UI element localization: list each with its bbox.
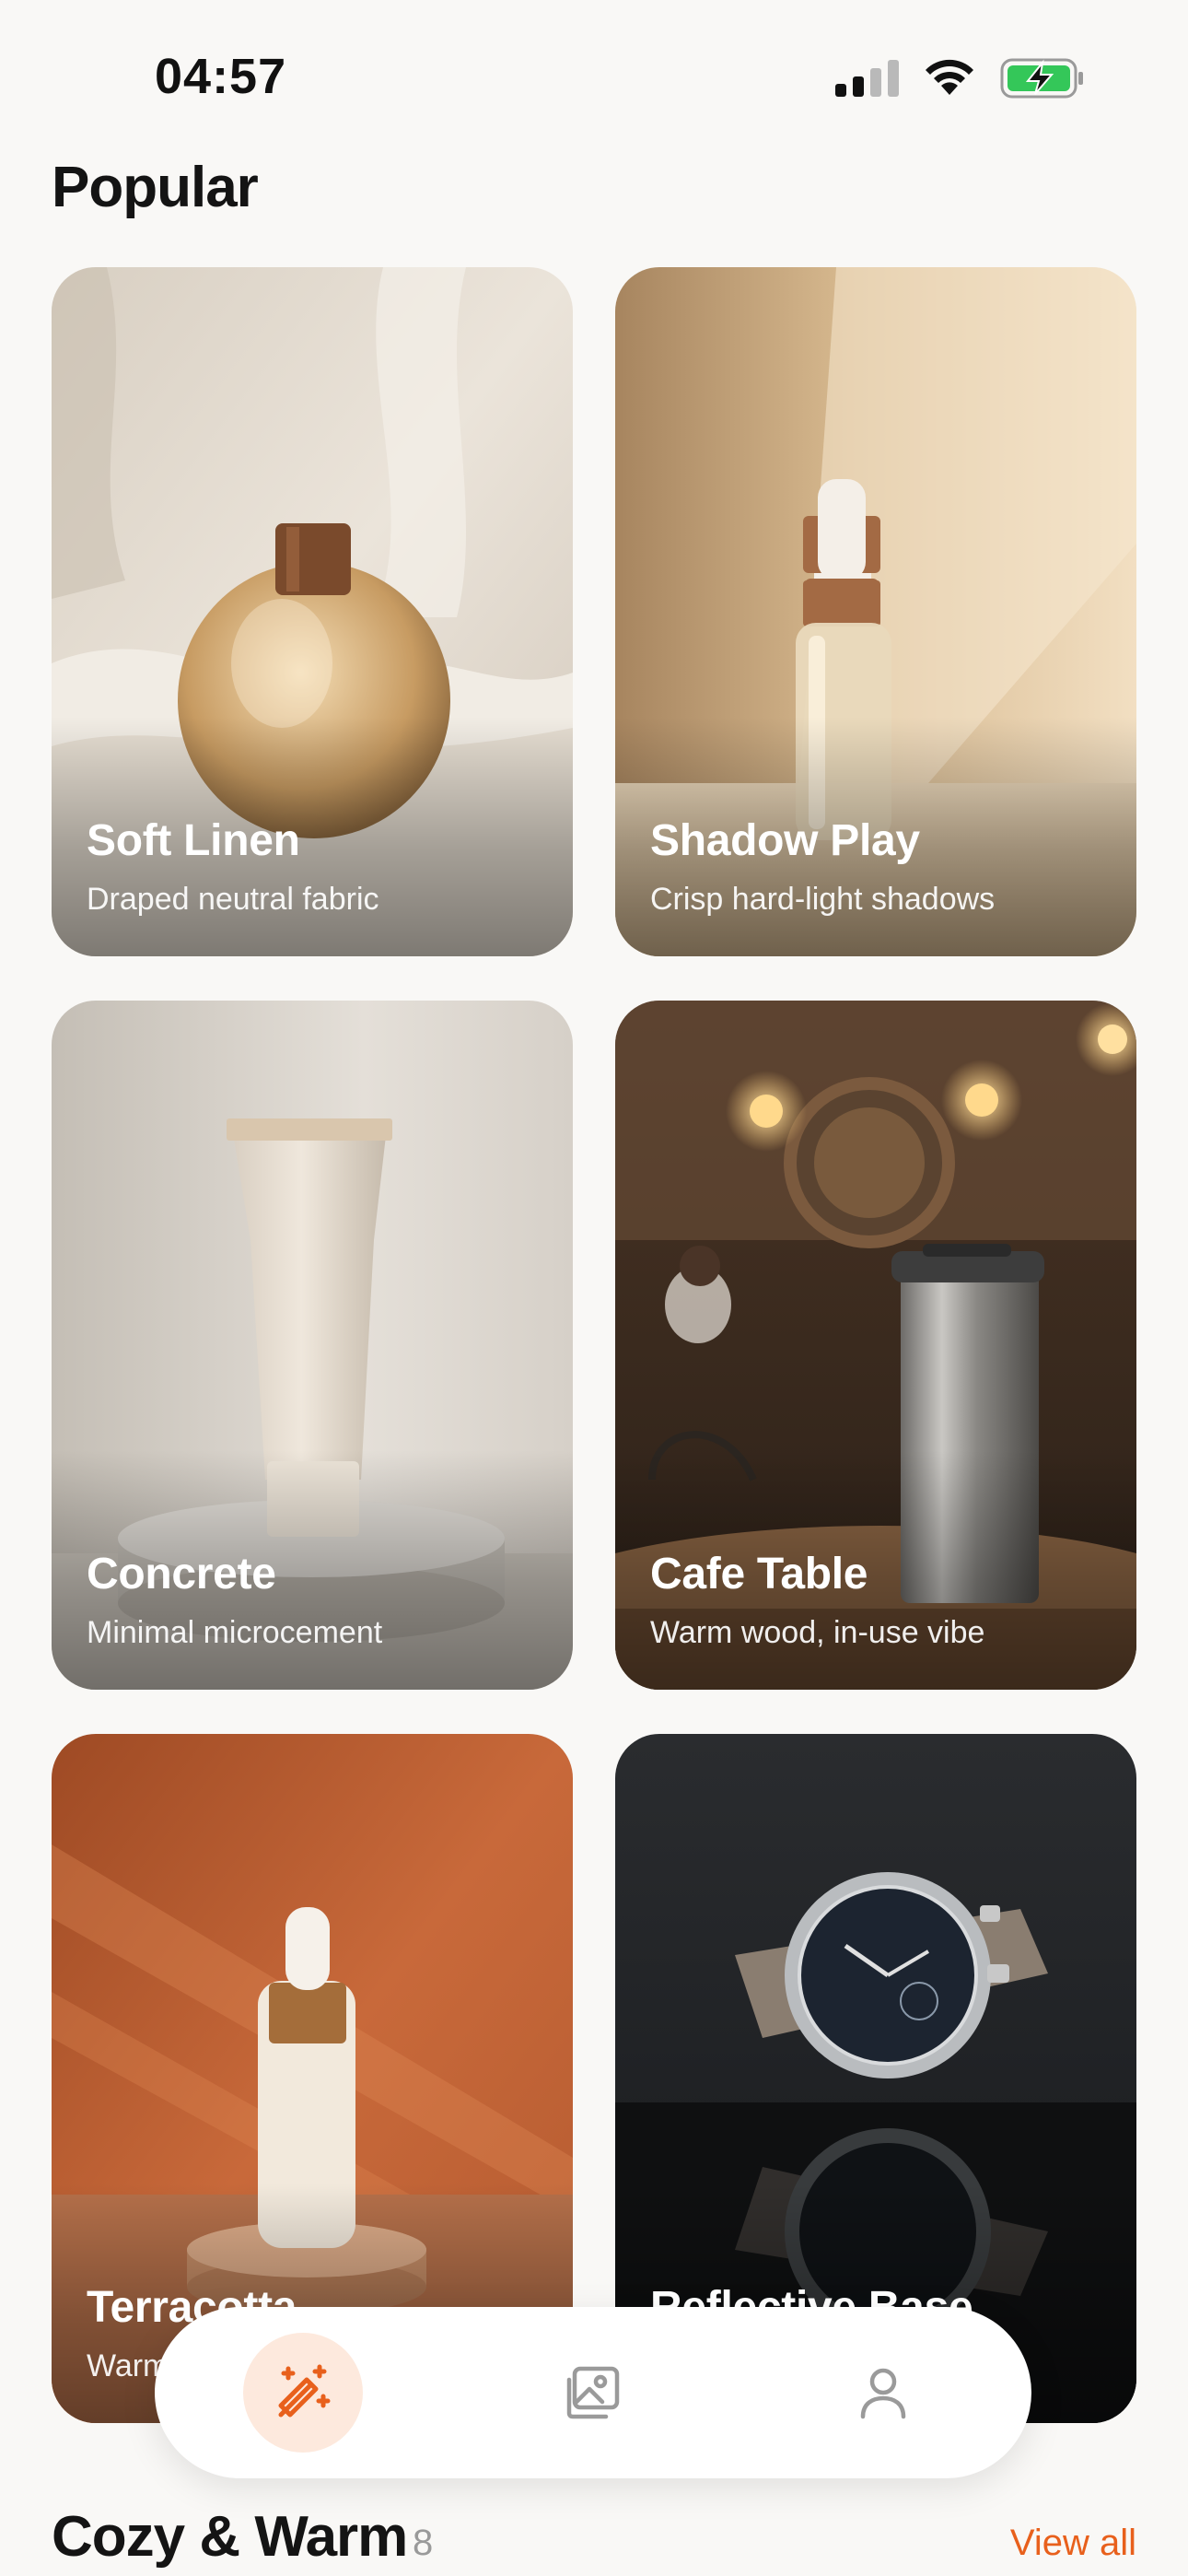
card-title: Shadow Play (650, 816, 920, 865)
bottom-nav-bar (155, 2307, 1031, 2478)
card-subtitle: Minimal microcement (87, 1615, 383, 1650)
nav-gallery-button[interactable] (533, 2333, 653, 2453)
profile-icon (860, 2368, 906, 2419)
status-icons (835, 57, 1085, 100)
status-time: 04:57 (155, 49, 287, 104)
magic-wand-icon (278, 2364, 331, 2418)
card-title: Cafe Table (650, 1550, 868, 1598)
card-title: Soft Linen (87, 816, 300, 865)
cellular-signal-icon (835, 60, 899, 97)
template-card-shadow-play[interactable]: Shadow Play Crisp hard-light shadows (615, 267, 1136, 956)
card-subtitle: Draped neutral fabric (87, 882, 379, 917)
card-subtitle: Warm wood, in-use vibe (650, 1615, 985, 1650)
view-all-link[interactable]: View all (1010, 2523, 1136, 2564)
section-title-cozy-warm: Cozy & Warm (52, 2505, 408, 2569)
section-count: 8 (413, 2523, 434, 2563)
nav-create-button[interactable] (243, 2333, 363, 2453)
section-header-cozy-warm: Cozy & Warm 8 View all (52, 2504, 1136, 2576)
template-card-soft-linen[interactable]: Soft Linen Draped neutral fabric (52, 267, 573, 956)
wifi-icon (926, 59, 973, 95)
status-bar: 04:57 (0, 0, 1188, 157)
battery-charging-icon (1000, 58, 1083, 99)
card-subtitle: Crisp hard-light shadows (650, 882, 996, 917)
template-card-cafe-table[interactable]: Cafe Table Warm wood, in-use vibe (615, 1001, 1136, 1690)
template-card-concrete[interactable]: Concrete Minimal microcement (52, 1001, 573, 1690)
section-title-popular: Popular (52, 156, 259, 219)
gallery-icon (566, 2366, 620, 2419)
card-title: Concrete (87, 1550, 276, 1598)
nav-profile-button[interactable] (823, 2333, 943, 2453)
